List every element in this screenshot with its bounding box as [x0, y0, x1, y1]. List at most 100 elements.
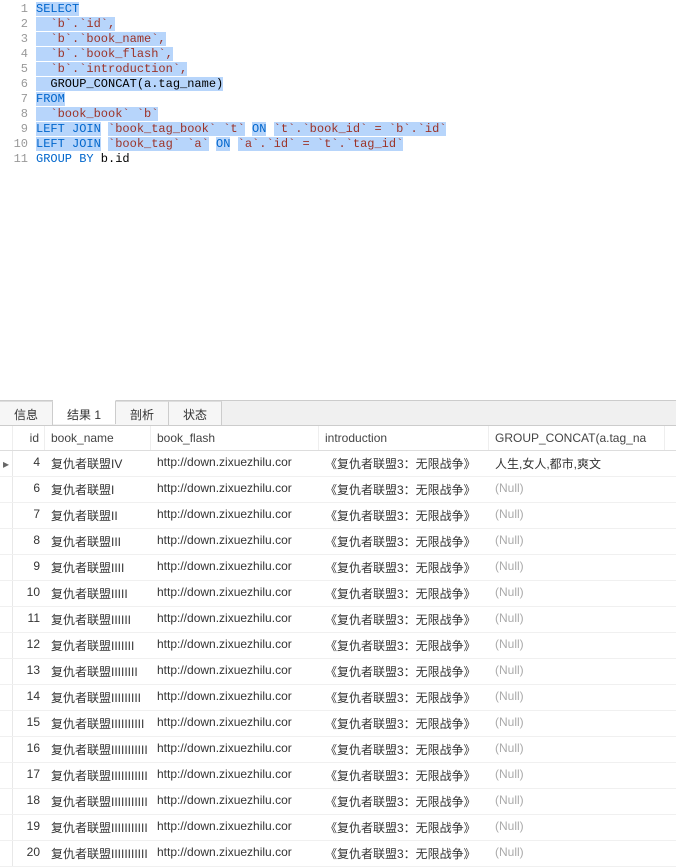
cell-introduction[interactable]: 《复仇者联盟3：无限战争》 — [319, 685, 489, 710]
cell-id[interactable]: 8 — [13, 529, 45, 554]
cell-group-concat[interactable]: (Null) — [489, 685, 665, 710]
code-line[interactable]: LEFT JOIN `book_tag` `a` ON `a`.`id` = `… — [36, 137, 676, 152]
cell-book-flash[interactable]: http://down.zixuezhilu.cor — [151, 841, 319, 866]
cell-group-concat[interactable]: (Null) — [489, 659, 665, 684]
cell-book-flash[interactable]: http://down.zixuezhilu.cor — [151, 789, 319, 814]
cell-book-name[interactable]: 复仇者联盟IIIIIIIII — [45, 685, 151, 710]
table-row[interactable]: 8复仇者联盟IIIhttp://down.zixuezhilu.cor《复仇者联… — [0, 529, 676, 555]
code-line[interactable]: SELECT — [36, 2, 676, 17]
cell-book-name[interactable]: 复仇者联盟IIIIIIII — [45, 659, 151, 684]
cell-book-flash[interactable]: http://down.zixuezhilu.cor — [151, 477, 319, 502]
table-row[interactable]: 20复仇者联盟IIIIIIIIIIIhttp://down.zixuezhilu… — [0, 841, 676, 867]
cell-id[interactable]: 13 — [13, 659, 45, 684]
code-line[interactable]: FROM — [36, 92, 676, 107]
tab-2[interactable]: 剖析 — [116, 401, 169, 425]
cell-book-name[interactable]: 复仇者联盟IIIIIIIIIII — [45, 763, 151, 788]
col-header-introduction[interactable]: introduction — [319, 426, 489, 450]
cell-id[interactable]: 18 — [13, 789, 45, 814]
cell-introduction[interactable]: 《复仇者联盟3：无限战争》 — [319, 815, 489, 840]
cell-book-flash[interactable]: http://down.zixuezhilu.cor — [151, 711, 319, 736]
cell-introduction[interactable]: 《复仇者联盟3：无限战争》 — [319, 607, 489, 632]
cell-group-concat[interactable]: (Null) — [489, 763, 665, 788]
cell-book-flash[interactable]: http://down.zixuezhilu.cor — [151, 555, 319, 580]
table-row[interactable]: 15复仇者联盟IIIIIIIIIIhttp://down.zixuezhilu.… — [0, 711, 676, 737]
cell-id[interactable]: 15 — [13, 711, 45, 736]
cell-id[interactable]: 19 — [13, 815, 45, 840]
cell-book-name[interactable]: 复仇者联盟IIIIIIIIIII — [45, 789, 151, 814]
cell-group-concat[interactable]: (Null) — [489, 555, 665, 580]
table-row[interactable]: 14复仇者联盟IIIIIIIIIhttp://down.zixuezhilu.c… — [0, 685, 676, 711]
table-row[interactable]: 13复仇者联盟IIIIIIIIhttp://down.zixuezhilu.co… — [0, 659, 676, 685]
cell-group-concat[interactable]: (Null) — [489, 789, 665, 814]
cell-group-concat[interactable]: (Null) — [489, 607, 665, 632]
cell-introduction[interactable]: 《复仇者联盟3：无限战争》 — [319, 451, 489, 476]
cell-id[interactable]: 11 — [13, 607, 45, 632]
cell-book-name[interactable]: 复仇者联盟IIIIIIIIIII — [45, 737, 151, 762]
tab-3[interactable]: 状态 — [169, 401, 222, 425]
table-row[interactable]: 7复仇者联盟IIhttp://down.zixuezhilu.cor《复仇者联盟… — [0, 503, 676, 529]
editor-code[interactable]: SELECT `b`.`id`, `b`.`book_name`, `b`.`b… — [36, 0, 676, 400]
cell-book-flash[interactable]: http://down.zixuezhilu.cor — [151, 451, 319, 476]
cell-book-name[interactable]: 复仇者联盟IIIIIIIIII — [45, 711, 151, 736]
table-row[interactable]: 6复仇者联盟Ihttp://down.zixuezhilu.cor《复仇者联盟3… — [0, 477, 676, 503]
cell-book-flash[interactable]: http://down.zixuezhilu.cor — [151, 503, 319, 528]
cell-id[interactable]: 16 — [13, 737, 45, 762]
cell-id[interactable]: 20 — [13, 841, 45, 866]
cell-book-flash[interactable]: http://down.zixuezhilu.cor — [151, 659, 319, 684]
tab-0[interactable]: 信息 — [0, 401, 53, 425]
table-row[interactable]: 19复仇者联盟IIIIIIIIIIIhttp://down.zixuezhilu… — [0, 815, 676, 841]
col-header-GROUP_CONCAT(a.tag_na[interactable]: GROUP_CONCAT(a.tag_na — [489, 426, 665, 450]
cell-introduction[interactable]: 《复仇者联盟3：无限战争》 — [319, 555, 489, 580]
cell-book-name[interactable]: 复仇者联盟IV — [45, 451, 151, 476]
sql-editor[interactable]: 1234567891011 SELECT `b`.`id`, `b`.`book… — [0, 0, 676, 400]
cell-introduction[interactable]: 《复仇者联盟3：无限战争》 — [319, 659, 489, 684]
cell-book-flash[interactable]: http://down.zixuezhilu.cor — [151, 685, 319, 710]
cell-group-concat[interactable]: (Null) — [489, 503, 665, 528]
cell-id[interactable]: 14 — [13, 685, 45, 710]
code-line[interactable]: `b`.`book_name`, — [36, 32, 676, 47]
cell-book-name[interactable]: 复仇者联盟IIIIIII — [45, 633, 151, 658]
cell-id[interactable]: 7 — [13, 503, 45, 528]
code-line[interactable]: `b`.`introduction`, — [36, 62, 676, 77]
code-line[interactable]: `book_book` `b` — [36, 107, 676, 122]
cell-group-concat[interactable]: (Null) — [489, 477, 665, 502]
table-row[interactable]: 11复仇者联盟IIIIIIhttp://down.zixuezhilu.cor《… — [0, 607, 676, 633]
cell-group-concat[interactable]: 人生,女人,都市,爽文 — [489, 451, 665, 476]
cell-id[interactable]: 4 — [13, 451, 45, 476]
col-header-book_flash[interactable]: book_flash — [151, 426, 319, 450]
code-line[interactable]: GROUP BY b.id — [36, 152, 676, 167]
cell-introduction[interactable]: 《复仇者联盟3：无限战争》 — [319, 477, 489, 502]
cell-group-concat[interactable]: (Null) — [489, 633, 665, 658]
tab-1[interactable]: 结果 1 — [53, 400, 116, 424]
cell-book-name[interactable]: 复仇者联盟IIIIIIIIIII — [45, 815, 151, 840]
cell-book-flash[interactable]: http://down.zixuezhilu.cor — [151, 633, 319, 658]
code-line[interactable]: LEFT JOIN `book_tag_book` `t` ON `t`.`bo… — [36, 122, 676, 137]
table-row[interactable]: 10复仇者联盟IIIIIhttp://down.zixuezhilu.cor《复… — [0, 581, 676, 607]
code-line[interactable]: GROUP_CONCAT(a.tag_name) — [36, 77, 676, 92]
cell-introduction[interactable]: 《复仇者联盟3：无限战争》 — [319, 789, 489, 814]
table-row[interactable]: 16复仇者联盟IIIIIIIIIIIhttp://down.zixuezhilu… — [0, 737, 676, 763]
cell-book-name[interactable]: 复仇者联盟III — [45, 529, 151, 554]
cell-group-concat[interactable]: (Null) — [489, 711, 665, 736]
cell-introduction[interactable]: 《复仇者联盟3：无限战争》 — [319, 737, 489, 762]
table-row[interactable]: 9复仇者联盟IIIIhttp://down.zixuezhilu.cor《复仇者… — [0, 555, 676, 581]
cell-introduction[interactable]: 《复仇者联盟3：无限战争》 — [319, 841, 489, 866]
cell-id[interactable]: 9 — [13, 555, 45, 580]
col-header-id[interactable]: id — [13, 426, 45, 450]
cell-book-name[interactable]: 复仇者联盟II — [45, 503, 151, 528]
cell-book-flash[interactable]: http://down.zixuezhilu.cor — [151, 737, 319, 762]
cell-introduction[interactable]: 《复仇者联盟3：无限战争》 — [319, 581, 489, 606]
cell-introduction[interactable]: 《复仇者联盟3：无限战争》 — [319, 711, 489, 736]
cell-introduction[interactable]: 《复仇者联盟3：无限战争》 — [319, 529, 489, 554]
cell-introduction[interactable]: 《复仇者联盟3：无限战争》 — [319, 763, 489, 788]
cell-group-concat[interactable]: (Null) — [489, 581, 665, 606]
cell-id[interactable]: 6 — [13, 477, 45, 502]
cell-group-concat[interactable]: (Null) — [489, 737, 665, 762]
table-row[interactable]: ▸4复仇者联盟IVhttp://down.zixuezhilu.cor《复仇者联… — [0, 451, 676, 477]
cell-book-flash[interactable]: http://down.zixuezhilu.cor — [151, 581, 319, 606]
cell-book-flash[interactable]: http://down.zixuezhilu.cor — [151, 815, 319, 840]
cell-id[interactable]: 12 — [13, 633, 45, 658]
cell-group-concat[interactable]: (Null) — [489, 529, 665, 554]
cell-book-name[interactable]: 复仇者联盟IIIII — [45, 581, 151, 606]
cell-book-flash[interactable]: http://down.zixuezhilu.cor — [151, 529, 319, 554]
